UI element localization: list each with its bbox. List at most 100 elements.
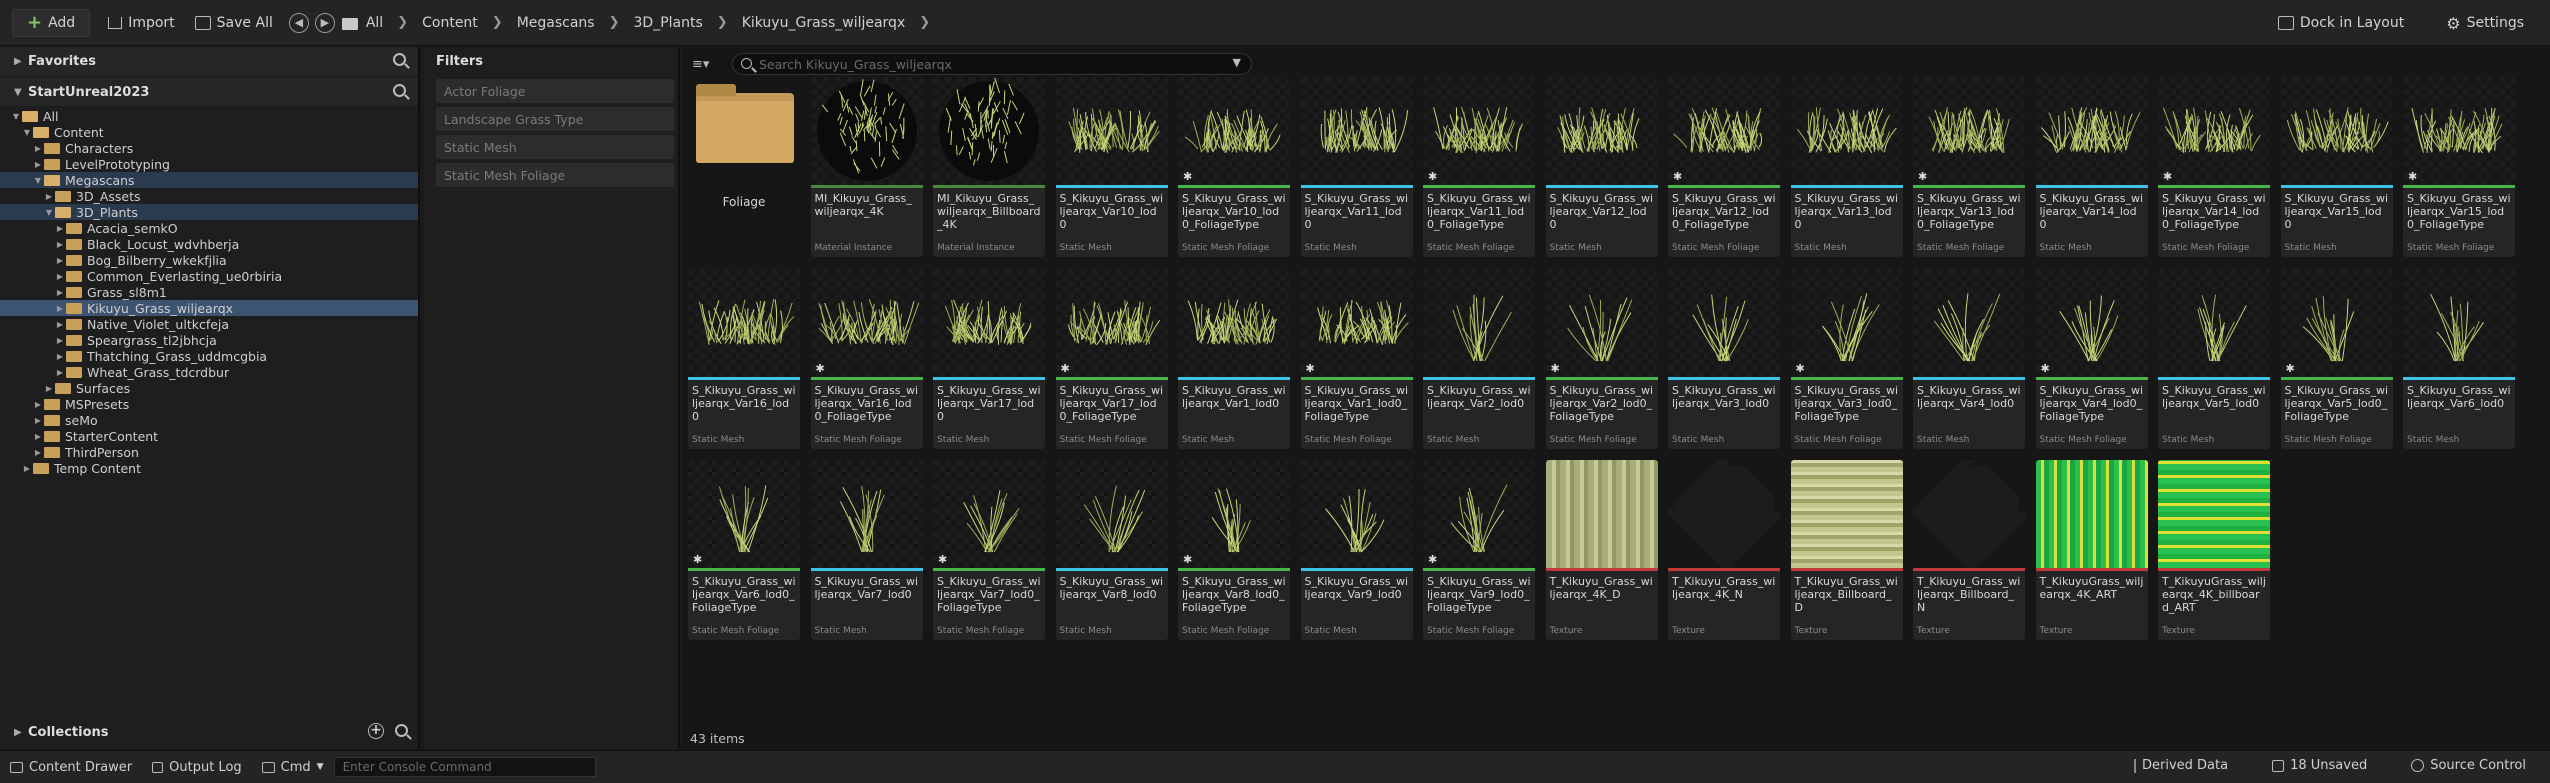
breadcrumb-3d-plants[interactable]: 3D_Plants — [626, 15, 711, 31]
tree-node[interactable]: ▶ Characters — [0, 140, 418, 156]
tree-node[interactable]: ▶ Speargrass_tl2jbhcja — [0, 332, 418, 348]
asset-tile[interactable]: ✱ S_Kikuyu_Grass_wiljearqx_Var2_lod0_Foli… — [1545, 268, 1658, 449]
expand-arrow-icon[interactable]: ▶ — [43, 384, 55, 393]
cmd-dropdown[interactable]: Cmd ▼ — [252, 760, 334, 775]
expand-arrow-icon[interactable]: ▶ — [21, 464, 33, 473]
chevron-right-icon[interactable]: ❯ — [391, 15, 414, 30]
asset-tile[interactable]: MI_Kikuyu_Grass_wiljearqx_4K Material Ins… — [810, 77, 923, 257]
add-button[interactable]: + Add — [12, 8, 91, 37]
breadcrumb-megascans[interactable]: Megascans — [509, 15, 603, 31]
chevron-right-icon[interactable]: ❯ — [486, 15, 509, 30]
expand-arrow-icon[interactable]: ▶ — [32, 416, 44, 425]
collapse-arrow-icon[interactable]: ▼ — [14, 87, 28, 98]
filter-icon[interactable]: ≡▾ — [692, 57, 709, 72]
tree-node[interactable]: ▶ Bog_Bilberry_wkekfjlia — [0, 252, 418, 268]
asset-tile[interactable]: S_Kikuyu_Grass_wiljearqx_Var5_lod0 Static… — [2158, 268, 2270, 449]
asset-tile[interactable]: S_Kikuyu_Grass_wiljearqx_Var11_lod0 Stati… — [1300, 77, 1413, 257]
asset-tile[interactable]: S_Kikuyu_Grass_wiljearqx_Var7_lod0 Static… — [810, 460, 923, 640]
asset-tile[interactable]: ✱ S_Kikuyu_Grass_wiljearqx_Var10_lod0_Fol… — [1178, 77, 1290, 257]
asset-tile[interactable]: ✱ S_Kikuyu_Grass_wiljearqx_Var5_lod0_Foli… — [2280, 268, 2393, 449]
tree-node[interactable]: ▶ Kikuyu_Grass_wiljearqx — [0, 300, 418, 316]
search-icon[interactable] — [393, 84, 406, 101]
asset-tile[interactable]: S_Kikuyu_Grass_wiljearqx_Var16_lod0 Stati… — [688, 268, 800, 449]
asset-tile[interactable]: T_Kikuyu_Grass_wiljearqx_4K_D Texture — [1545, 460, 1658, 640]
asset-tile[interactable]: ✱ S_Kikuyu_Grass_wiljearqx_Var14_lod0_Fol… — [2158, 77, 2270, 257]
favorites-header[interactable]: ▶ Favorites — [0, 47, 418, 75]
asset-tile[interactable]: S_Kikuyu_Grass_wiljearqx_Var10_lod0 Stati… — [1055, 77, 1168, 257]
tree-node[interactable]: ▶ ThirdPerson — [0, 444, 418, 460]
derived-data-button[interactable]: Derived Data — [2124, 758, 2238, 773]
filter-actor-foliage[interactable]: Actor Foliage — [436, 79, 674, 103]
add-collection-icon[interactable]: + — [368, 723, 384, 739]
tree-node[interactable]: ▶ Thatching_Grass_uddmcgbia — [0, 348, 418, 364]
expand-arrow-icon[interactable]: ▶ — [54, 224, 66, 233]
asset-tile[interactable]: ✱ S_Kikuyu_Grass_wiljearqx_Var4_lod0_Foli… — [2035, 268, 2148, 449]
chevron-down-icon[interactable]: ▼ — [1233, 56, 1241, 69]
source-control-button[interactable]: Source Control — [2401, 758, 2536, 773]
tree-node[interactable]: ▶ MSPresets — [0, 396, 418, 412]
output-log-button[interactable]: Output Log — [142, 760, 252, 775]
filter-static-mesh[interactable]: Static Mesh — [436, 135, 674, 159]
expand-arrow-icon[interactable]: ▶ — [32, 432, 44, 441]
asset-tile[interactable]: S_Kikuyu_Grass_wiljearqx_Var17_lod0 Stati… — [933, 268, 1045, 449]
search-icon[interactable] — [395, 724, 408, 741]
expand-arrow-icon[interactable]: ▶ — [43, 192, 55, 201]
forward-icon[interactable]: ▶ — [314, 12, 335, 33]
asset-tile[interactable]: ✱ S_Kikuyu_Grass_wiljearqx_Var16_lod0_Fol… — [810, 268, 923, 449]
asset-tile[interactable]: S_Kikuyu_Grass_wiljearqx_Var14_lod0 Stati… — [2035, 77, 2148, 257]
unsaved-button[interactable]: 18 Unsaved — [2262, 758, 2377, 773]
tree-node[interactable]: ▶ Acacia_semkO — [0, 220, 418, 236]
tree-node[interactable]: ▶ seMo — [0, 412, 418, 428]
tree-node[interactable]: ▼ Content — [0, 124, 418, 140]
tree-node[interactable]: ▶ Native_Violet_ultkcfeja — [0, 316, 418, 332]
asset-tile[interactable]: ✱ S_Kikuyu_Grass_wiljearqx_Var17_lod0_Fol… — [1055, 268, 1168, 449]
breadcrumb-kikuyu[interactable]: Kikuyu_Grass_wiljearqx — [734, 15, 914, 31]
expand-arrow-icon[interactable]: ▶ — [54, 256, 66, 265]
save-all-button[interactable]: Save All — [185, 9, 283, 37]
tree-node[interactable]: ▶ Temp Content — [0, 460, 418, 476]
filter-static-mesh-foliage[interactable]: Static Mesh Foliage — [436, 163, 674, 187]
breadcrumb-all[interactable]: All — [358, 15, 391, 31]
asset-tile[interactable]: S_Kikuyu_Grass_wiljearqx_Var3_lod0 Static… — [1668, 268, 1780, 449]
expand-arrow-icon[interactable]: ▶ — [14, 56, 28, 67]
content-drawer-button[interactable]: Content Drawer — [0, 760, 142, 775]
expand-arrow-icon[interactable]: ▶ — [54, 288, 66, 297]
asset-tile[interactable]: ✱ S_Kikuyu_Grass_wiljearqx_Var11_lod0_Fol… — [1423, 77, 1535, 257]
chevron-right-icon[interactable]: ❯ — [913, 15, 936, 30]
collapse-arrow-icon[interactable]: ▼ — [21, 128, 33, 137]
expand-arrow-icon[interactable]: ▶ — [54, 240, 66, 249]
asset-tile[interactable]: ✱ S_Kikuyu_Grass_wiljearqx_Var13_lod0_Fol… — [1913, 77, 2025, 257]
expand-arrow-icon[interactable]: ▶ — [32, 400, 44, 409]
import-button[interactable]: Import — [98, 9, 184, 37]
asset-tile[interactable]: ✱ S_Kikuyu_Grass_wiljearqx_Var7_lod0_Foli… — [933, 460, 1045, 640]
tree-node[interactable]: ▶ LevelPrototyping — [0, 156, 418, 172]
search-input[interactable]: Search Kikuyu_Grass_wiljearqx ▼ — [732, 53, 1252, 75]
asset-tile[interactable]: T_KikuyuGrass_wiljearqx_4K_billboard_ART… — [2158, 460, 2270, 640]
expand-arrow-icon[interactable]: ▶ — [54, 368, 66, 377]
console-input[interactable]: Enter Console Command — [333, 757, 596, 777]
asset-tile[interactable]: ✱ S_Kikuyu_Grass_wiljearqx_Var1_lod0_Foli… — [1300, 268, 1413, 449]
asset-tile[interactable]: T_KikuyuGrass_wiljearqx_4K_ART Texture — [2035, 460, 2148, 640]
collapse-arrow-icon[interactable]: ▼ — [32, 176, 44, 185]
asset-tile[interactable]: ✱ S_Kikuyu_Grass_wiljearqx_Var12_lod0_Fol… — [1668, 77, 1780, 257]
asset-tile[interactable]: S_Kikuyu_Grass_wiljearqx_Var9_lod0 Static… — [1300, 460, 1413, 640]
expand-arrow-icon[interactable]: ▶ — [54, 352, 66, 361]
expand-arrow-icon[interactable]: ▶ — [14, 727, 28, 738]
search-icon[interactable] — [393, 53, 406, 70]
expand-arrow-icon[interactable]: ▶ — [32, 448, 44, 457]
collections-header[interactable]: ▶ Collections + — [0, 718, 420, 746]
asset-tile[interactable]: S_Kikuyu_Grass_wiljearqx_Var6_lod0 Static… — [2403, 268, 2515, 449]
asset-tile[interactable]: S_Kikuyu_Grass_wiljearqx_Var2_lod0 Static… — [1423, 268, 1535, 449]
tree-node[interactable]: ▶ Surfaces — [0, 380, 418, 396]
asset-tile[interactable]: T_Kikuyu_Grass_wiljearqx_Billboard_D Text… — [1790, 460, 1903, 640]
tree-node[interactable]: ▶ 3D_Assets — [0, 188, 418, 204]
collapse-arrow-icon[interactable]: ▼ — [43, 208, 55, 217]
expand-arrow-icon[interactable]: ▶ — [54, 272, 66, 281]
expand-arrow-icon[interactable]: ▶ — [32, 144, 44, 153]
folder-tile-foliage[interactable]: Foliage — [688, 77, 800, 257]
tree-node[interactable]: ▶ Common_Everlasting_ue0rbiria — [0, 268, 418, 284]
expand-arrow-icon[interactable]: ▶ — [32, 160, 44, 169]
asset-tile[interactable]: S_Kikuyu_Grass_wiljearqx_Var12_lod0 Stati… — [1545, 77, 1658, 257]
asset-tile[interactable]: S_Kikuyu_Grass_wiljearqx_Var4_lod0 Static… — [1913, 268, 2025, 449]
dock-in-layout-button[interactable]: Dock in Layout — [2268, 9, 2414, 37]
